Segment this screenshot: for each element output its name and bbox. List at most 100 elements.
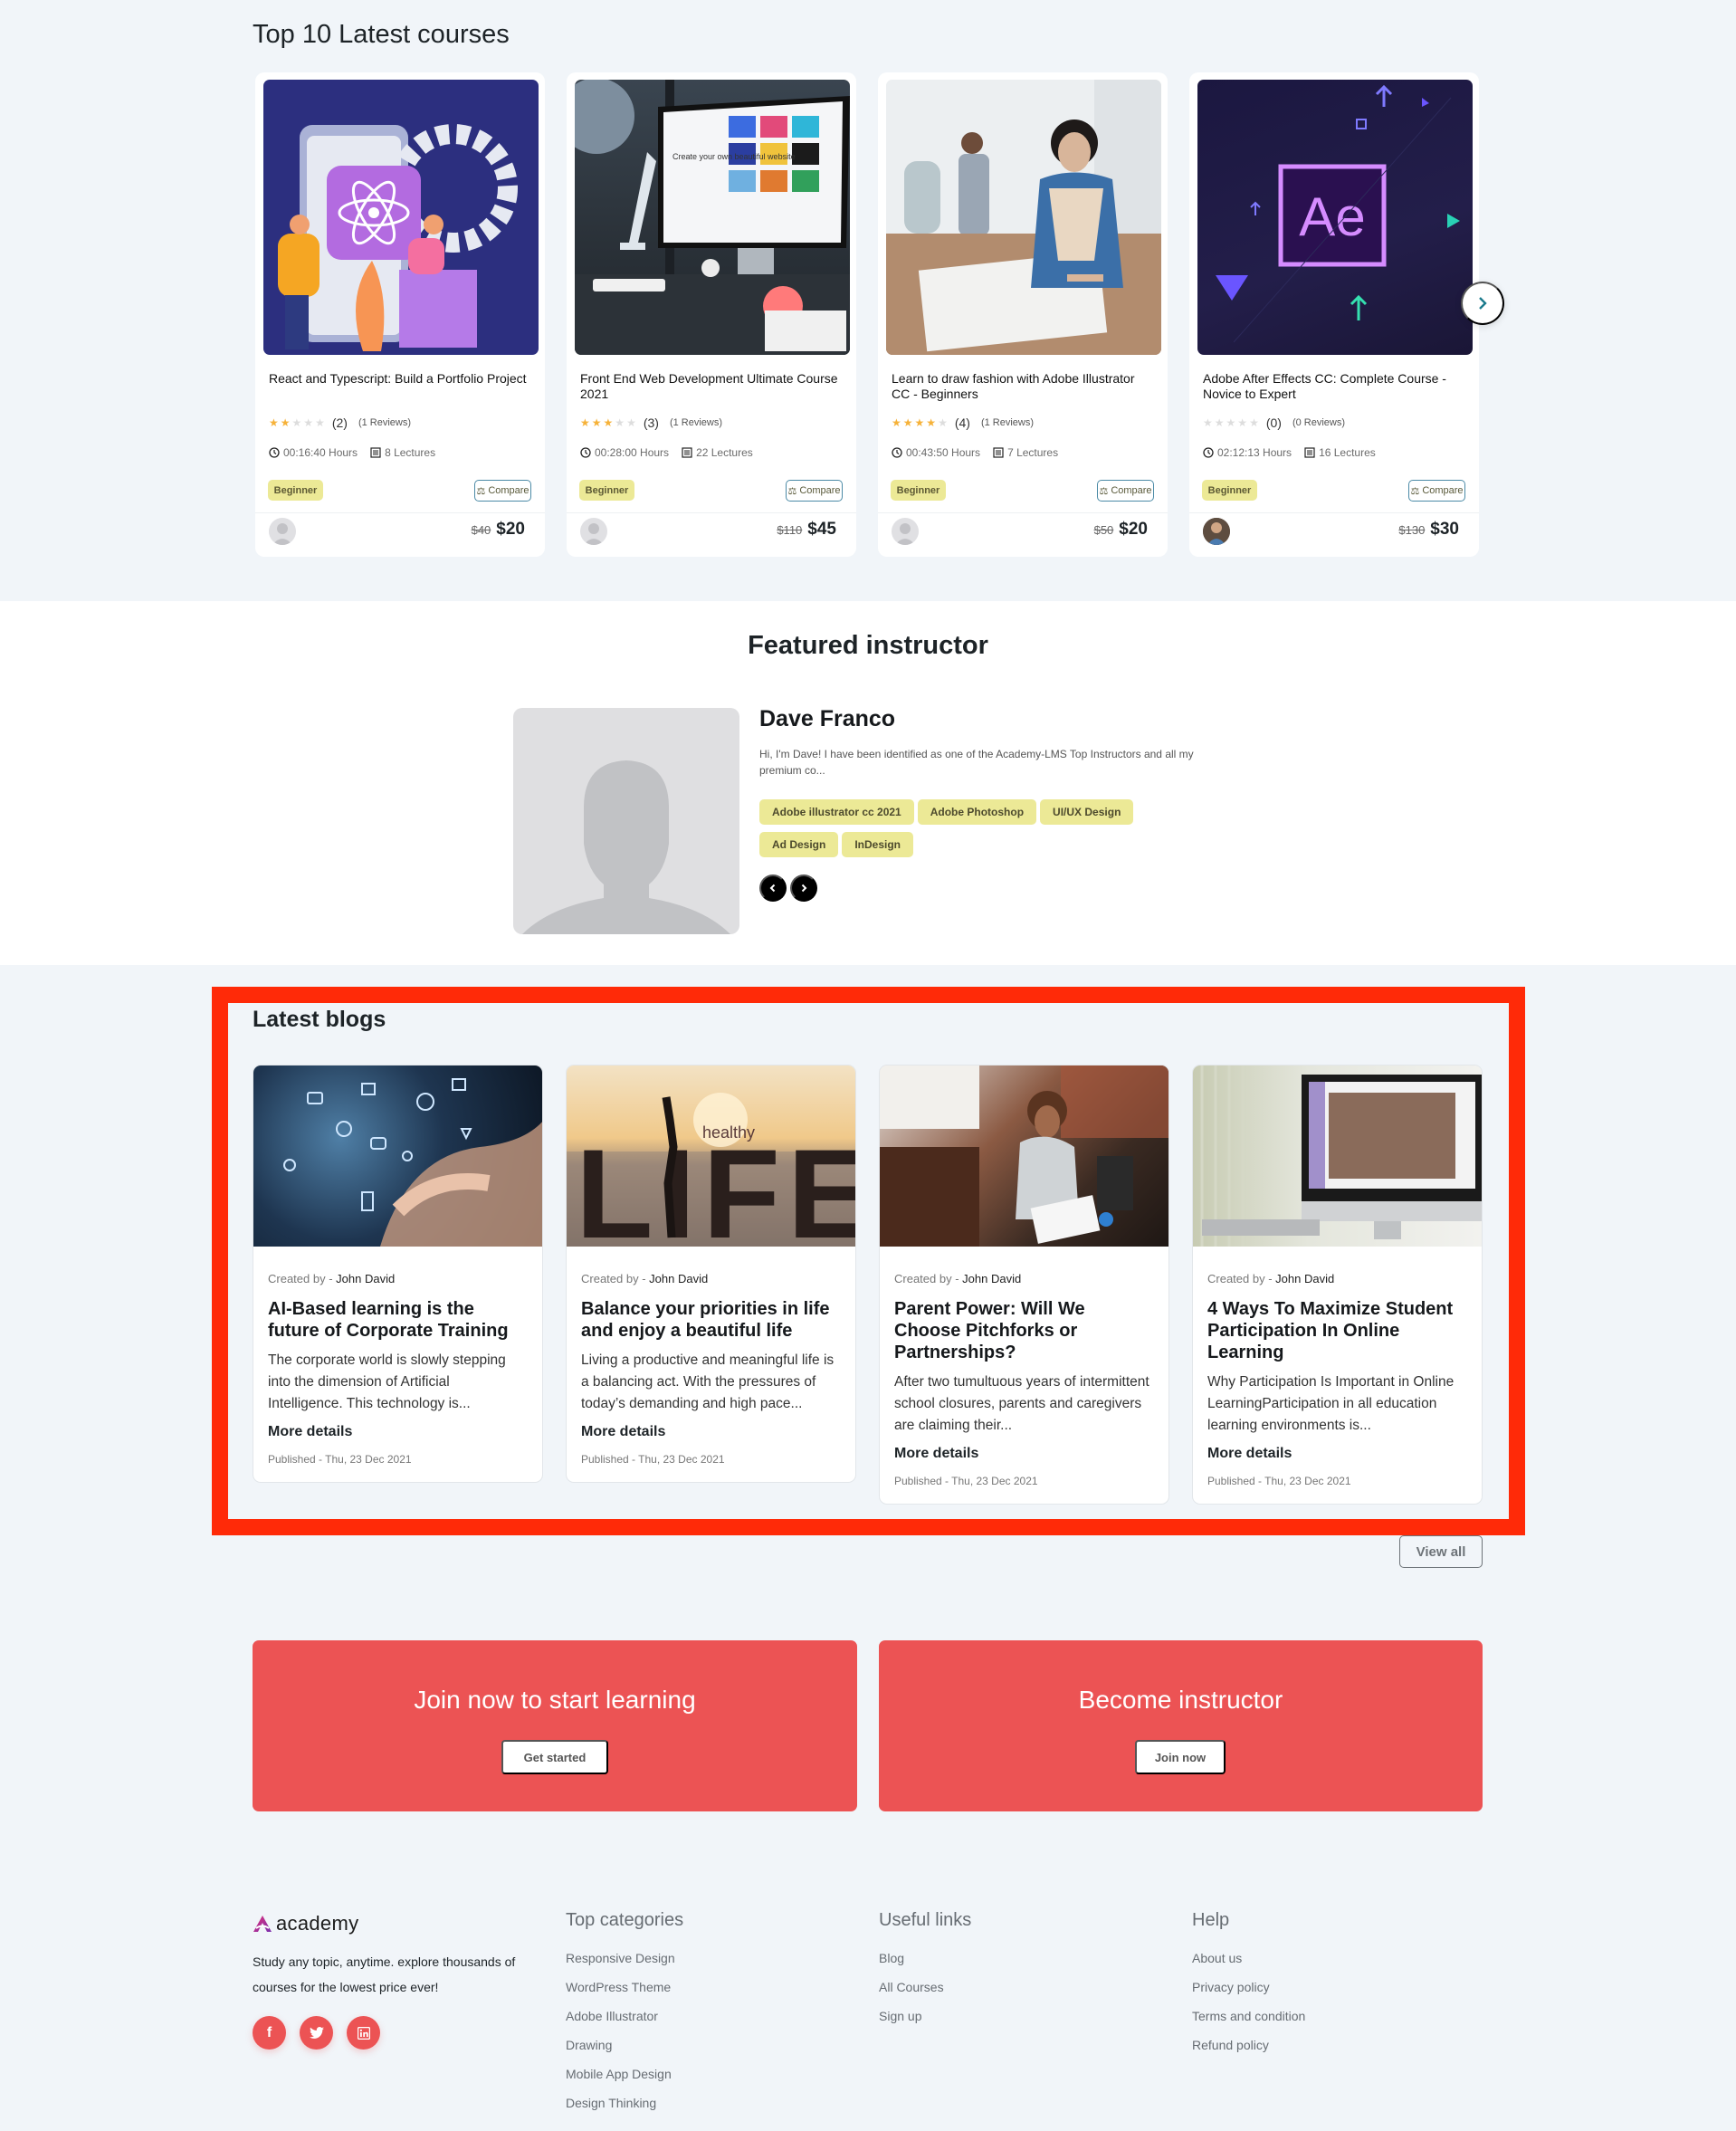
skill-tag: Adobe Photoshop bbox=[917, 799, 1037, 825]
footer-link[interactable]: Terms and condition bbox=[1192, 2002, 1305, 2031]
instructor-name[interactable]: Dave Franco bbox=[759, 706, 895, 732]
blog-thumbnail[interactable] bbox=[1193, 1066, 1482, 1247]
blog-author[interactable]: John David bbox=[962, 1272, 1021, 1285]
course-title[interactable]: Adobe After Effects CC: Complete Course … bbox=[1203, 371, 1465, 402]
footer-link[interactable]: Design Thinking bbox=[566, 2088, 683, 2117]
course-duration: 00:28:00 Hours bbox=[595, 446, 670, 459]
compare-button[interactable]: ⚖ Compare bbox=[786, 480, 843, 502]
course-meta: 00:28:00 Hours 22 Lectures bbox=[580, 446, 766, 459]
footer-link[interactable]: WordPress Theme bbox=[566, 1973, 683, 2002]
instructor-skills: Adobe illustrator cc 2021 Adobe Photosho… bbox=[759, 799, 1176, 857]
blog-card[interactable]: Created by - John David 4 Ways To Maximi… bbox=[1192, 1065, 1483, 1505]
footer-link[interactable]: Privacy policy bbox=[1192, 1973, 1305, 2002]
course-thumbnail[interactable]: Create your own beautiful website bbox=[575, 80, 850, 355]
chevron-left-icon bbox=[769, 884, 776, 893]
footer-link[interactable]: About us bbox=[1192, 1944, 1305, 1973]
blog-title[interactable]: AI-Based learning is the future of Corpo… bbox=[268, 1298, 528, 1342]
blog-title[interactable]: Parent Power: Will We Choose Pitchforks … bbox=[894, 1298, 1154, 1363]
cta-title: Become instructor bbox=[1078, 1686, 1283, 1714]
blog-author[interactable]: John David bbox=[1275, 1272, 1334, 1285]
compare-button[interactable]: ⚖ Compare bbox=[1408, 480, 1465, 502]
instructor-avatar[interactable] bbox=[269, 518, 296, 545]
blog-excerpt: After two tumultuous years of intermitte… bbox=[894, 1374, 1149, 1433]
facebook-link[interactable]: f bbox=[253, 2016, 286, 2050]
course-card[interactable]: Learn to draw fashion with Adobe Illustr… bbox=[878, 72, 1168, 557]
footer-link[interactable]: Sign up bbox=[879, 2002, 971, 2031]
view-all-blogs-button[interactable]: View all bbox=[1399, 1535, 1483, 1568]
star-filled-icon: ★ bbox=[902, 416, 913, 429]
blog-thumbnail[interactable] bbox=[880, 1066, 1168, 1247]
join-now-button[interactable]: Join now bbox=[1135, 1740, 1226, 1774]
twitter-link[interactable] bbox=[300, 2016, 333, 2050]
blog-author[interactable]: John David bbox=[336, 1272, 395, 1285]
star-filled-icon: ★ bbox=[926, 416, 937, 429]
star-rating: ★ ★ ★ ★ ★ bbox=[269, 417, 325, 428]
course-card[interactable]: Create your own beautiful website Front … bbox=[567, 72, 856, 557]
star-filled-icon: ★ bbox=[892, 416, 901, 429]
instructor-next-button[interactable] bbox=[790, 874, 817, 902]
course-title[interactable]: Learn to draw fashion with Adobe Illustr… bbox=[892, 371, 1154, 402]
blog-card[interactable]: healthy LIFE Created by - John David Bal… bbox=[566, 1065, 856, 1483]
instructor-avatar[interactable] bbox=[580, 518, 607, 545]
original-price: $40 bbox=[471, 523, 491, 537]
more-details-link[interactable]: More details bbox=[1207, 1446, 1292, 1462]
instructor-photo[interactable] bbox=[513, 708, 739, 934]
scale-icon: ⚖ bbox=[787, 485, 797, 497]
compare-label: Compare bbox=[1111, 485, 1152, 496]
original-price: $130 bbox=[1398, 523, 1426, 537]
star-filled-icon: ★ bbox=[580, 416, 590, 429]
linkedin-link[interactable] bbox=[347, 2016, 380, 2050]
footer-link[interactable]: Drawing bbox=[566, 2031, 683, 2059]
blog-title[interactable]: Balance your priorities in life and enjo… bbox=[581, 1298, 841, 1342]
footer-link[interactable]: Blog bbox=[879, 1944, 971, 1973]
blog-card[interactable]: Created by - John David AI-Based learnin… bbox=[253, 1065, 543, 1483]
chevron-right-icon bbox=[1479, 297, 1487, 310]
star-empty-icon: ★ bbox=[315, 416, 325, 429]
discounted-price: $20 bbox=[1119, 520, 1148, 539]
blog-author[interactable]: John David bbox=[649, 1272, 708, 1285]
courses-next-button[interactable] bbox=[1461, 282, 1504, 325]
footer-link[interactable]: Responsive Design bbox=[566, 1944, 683, 1973]
more-details-link[interactable]: More details bbox=[581, 1424, 665, 1440]
star-rating: ★ ★ ★ ★ ★ bbox=[580, 417, 636, 428]
blog-published-date: Published - Thu, 23 Dec 2021 bbox=[268, 1453, 412, 1466]
blog-thumbnail[interactable]: healthy LIFE bbox=[567, 1066, 855, 1247]
footer-link[interactable]: Mobile App Design bbox=[566, 2059, 683, 2088]
course-meta: 00:16:40 Hours 8 Lectures bbox=[269, 446, 448, 459]
academy-logo[interactable]: academy bbox=[253, 1912, 358, 1935]
blog-excerpt: Why Participation Is Important in Online… bbox=[1207, 1374, 1455, 1433]
more-details-link[interactable]: More details bbox=[268, 1424, 352, 1440]
star-filled-icon: ★ bbox=[914, 416, 925, 429]
course-thumbnail[interactable] bbox=[886, 80, 1161, 355]
blog-title[interactable]: 4 Ways To Maximize Student Participation… bbox=[1207, 1298, 1467, 1363]
course-card[interactable]: React and Typescript: Build a Portfolio … bbox=[255, 72, 545, 557]
course-title[interactable]: Front End Web Development Ultimate Cours… bbox=[580, 371, 843, 402]
list-icon bbox=[370, 447, 381, 458]
course-thumbnail[interactable] bbox=[263, 80, 539, 355]
rating-value: (0) bbox=[1265, 416, 1282, 430]
star-rating: ★ ★ ★ ★ ★ bbox=[1203, 417, 1259, 428]
become-instructor-banner: Become instructor Join now bbox=[879, 1640, 1483, 1811]
blog-card[interactable]: Created by - John David Parent Power: Wi… bbox=[879, 1065, 1169, 1505]
instructor-prev-button[interactable] bbox=[759, 874, 787, 902]
latest-courses-section: Top 10 Latest courses React and Typescri… bbox=[0, 0, 1736, 601]
ae-logo-text: Ae bbox=[1299, 186, 1365, 247]
instructor-avatar[interactable] bbox=[892, 518, 919, 545]
footer-heading: Top categories bbox=[566, 1910, 684, 1930]
linkedin-icon bbox=[357, 2026, 370, 2040]
course-title[interactable]: React and Typescript: Build a Portfolio … bbox=[269, 371, 531, 387]
blog-thumbnail[interactable] bbox=[253, 1066, 542, 1247]
footer-link[interactable]: Refund policy bbox=[1192, 2031, 1305, 2059]
compare-button[interactable]: ⚖ Compare bbox=[474, 480, 531, 502]
more-details-link[interactable]: More details bbox=[894, 1446, 978, 1462]
course-thumbnail[interactable]: Ae bbox=[1197, 80, 1473, 355]
review-count: (1 Reviews) bbox=[669, 417, 723, 428]
blog-created-by: Created by - John David bbox=[268, 1272, 396, 1285]
footer-link[interactable]: Adobe Illustrator bbox=[566, 2002, 683, 2031]
footer-link[interactable]: All Courses bbox=[879, 1973, 971, 2002]
compare-button[interactable]: ⚖ Compare bbox=[1097, 480, 1154, 502]
get-started-button[interactable]: Get started bbox=[501, 1740, 608, 1774]
instructor-avatar[interactable] bbox=[1203, 518, 1230, 545]
course-card[interactable]: Ae Adobe After Effects CC: Complete Cour… bbox=[1189, 72, 1479, 557]
skill-tag: InDesign bbox=[842, 832, 914, 857]
